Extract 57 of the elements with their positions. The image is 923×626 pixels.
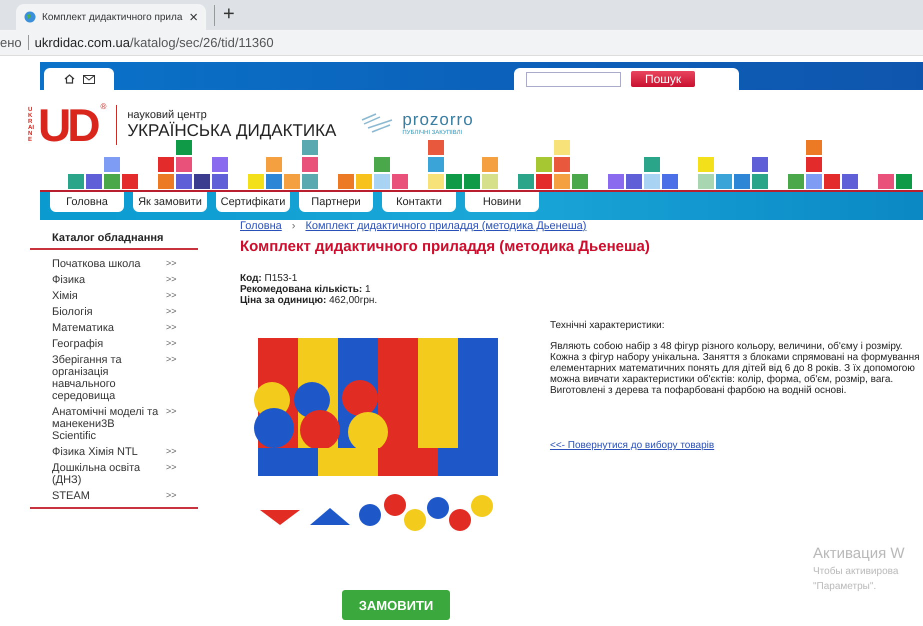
specs-title: Технічні характеристики: — [550, 320, 666, 331]
activation-title: Активация W — [813, 545, 905, 562]
submenu-arrow[interactable]: >> — [160, 258, 177, 270]
product-description: Являють собою набір з 48 фігур різного кольору, величини, об'єму і розміру. Кожна з фігур набору унікальна. Заняття з блоками спрямовані на формування елементарних математичних понять для дітей від 6 до 8 років. З їх допомогою можна вивчати характеристики об'єктів: колір, форма, об'єм, розмір, вага. Виготовлені з дерева та пофарбовані фарбою на водній основі. — [550, 341, 920, 396]
activation-text: Чтобы активирова — [813, 566, 900, 577]
home-icon[interactable] — [64, 74, 74, 84]
submenu-arrow[interactable]: >> — [160, 446, 177, 458]
catalog-link[interactable]: Фізика Хімія NTL — [52, 446, 160, 458]
logo-title: УКРАЇНСЬКА ДИДАКТИКА — [127, 121, 336, 141]
product-field: Ціна за одиницю: 462,00грн. — [240, 295, 923, 306]
mail-icon[interactable] — [82, 74, 94, 84]
catalog-link[interactable]: STEAM — [52, 490, 160, 502]
product-field: Рекомедована кількість: 1 — [240, 284, 923, 295]
breadcrumb-separator: › — [292, 220, 296, 232]
registered-mark: ® — [100, 102, 106, 111]
new-tab-button[interactable]: + — [214, 5, 235, 26]
catalog-link[interactable]: Біологія — [52, 306, 160, 318]
catalog-link[interactable]: Зберігання та організація навчального середовища — [52, 354, 160, 402]
activation-text: "Параметры". — [813, 581, 878, 592]
product-title: Комплект дидактичного приладдя (методика Дьенеша) — [240, 238, 651, 255]
catalog-link[interactable]: Фізика — [52, 274, 160, 286]
nav-tab[interactable]: Партнери — [299, 192, 373, 212]
nav-tab[interactable]: Головна — [50, 192, 124, 212]
submenu-arrow[interactable]: >> — [160, 462, 177, 486]
submenu-arrow[interactable]: >> — [160, 354, 177, 402]
close-icon[interactable]: × — [189, 8, 198, 26]
submenu-arrow[interactable]: >> — [160, 490, 177, 502]
catalog-link[interactable]: Хімія — [52, 290, 160, 302]
partner-logo-name: prozorro — [402, 110, 474, 130]
logo-mark: UD — [38, 102, 96, 148]
catalog-link[interactable]: Анатомічні моделі та манекени3B Scientific — [52, 406, 160, 442]
stripes-icon — [360, 112, 394, 134]
catalog-link[interactable]: Початкова школа — [52, 258, 160, 270]
nav-tab[interactable]: Сертифікати — [216, 192, 290, 212]
submenu-arrow[interactable]: >> — [160, 290, 177, 302]
breadcrumb-link[interactable]: Комплект дидактичного приладдя (методика Дьенеша) — [305, 220, 586, 232]
nav-tab[interactable]: Контакти — [382, 192, 456, 212]
back-link[interactable]: <<- Повернутися до вибору товарів — [550, 440, 714, 451]
logo-subtitle: науковий центр — [127, 109, 208, 121]
submenu-arrow[interactable]: >> — [160, 322, 177, 334]
address-bar[interactable]: ено ukrdidac.com.ua/katalog/sec/26/tid/11360 — [0, 30, 923, 56]
globe-icon — [24, 11, 36, 23]
submenu-arrow[interactable]: >> — [160, 406, 177, 442]
search-button[interactable]: Пошук — [631, 71, 696, 87]
nav-tab[interactable]: Як замовити — [133, 192, 207, 212]
nav-tab[interactable]: Новини — [465, 192, 539, 212]
catalog-title: Каталог обладнання — [30, 232, 198, 250]
product-field: Код: П153-1 — [240, 273, 923, 284]
search-field[interactable] — [526, 72, 621, 86]
catalog-link[interactable]: Дошкільна освіта (ДНЗ) — [52, 462, 160, 486]
catalog-link[interactable]: Географія — [52, 338, 160, 350]
browser-tab[interactable]: Комплект дидактичного прила × — [16, 4, 206, 30]
submenu-arrow[interactable]: >> — [160, 274, 177, 286]
breadcrumb-link[interactable]: Головна — [240, 220, 282, 232]
catalog-link[interactable]: Математика — [52, 322, 160, 334]
submenu-arrow[interactable]: >> — [160, 338, 177, 350]
submenu-arrow[interactable]: >> — [160, 306, 177, 318]
